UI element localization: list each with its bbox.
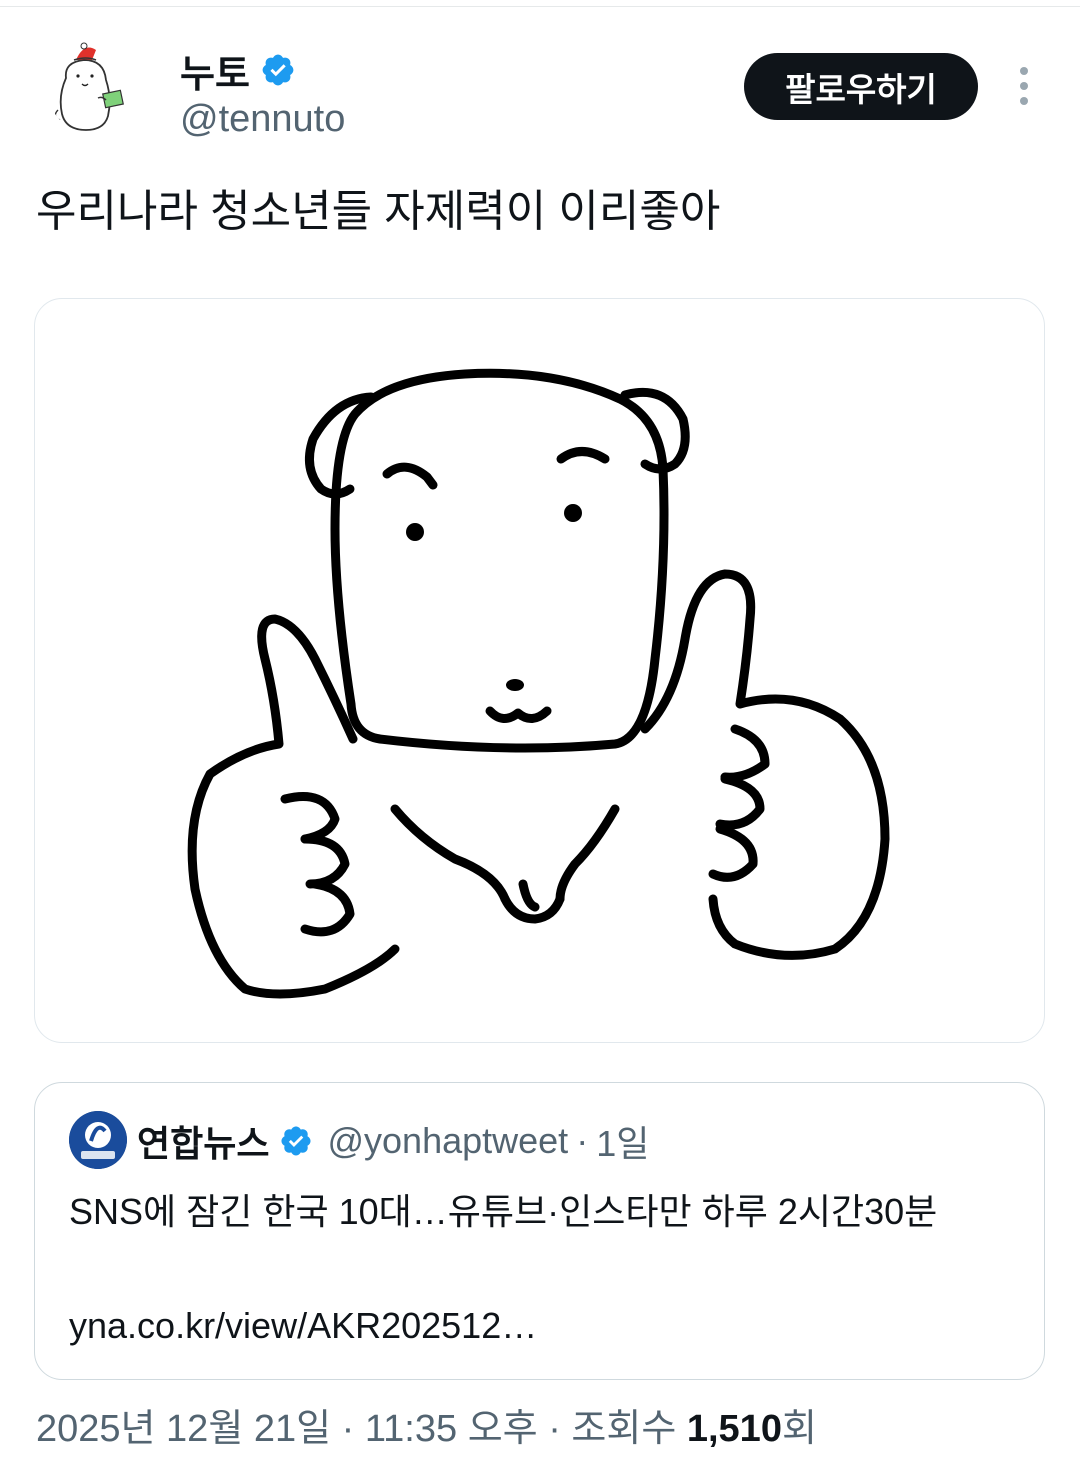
- tweet-meta: 2025년 12월 21일 · 11:35 오후 · 조회수 1,510회: [36, 1404, 817, 1454]
- follow-button[interactable]: 팔로우하기: [744, 53, 978, 120]
- quoted-text: SNS에 잠긴 한국 10대…유튜브·인스타만 하루 2시간30분: [69, 1191, 938, 1232]
- yonhap-news-logo-icon: [69, 1111, 127, 1169]
- tweet-text: 우리나라 청소년들 자제력이 이리좋아: [36, 187, 721, 236]
- quoted-tweet[interactable]: 연합뉴스 @yonhaptweet · 1일 SNS에 잠긴 한국 10대…유튜…: [34, 1082, 1045, 1380]
- quoted-handle[interactable]: @yonhaptweet: [327, 1120, 568, 1162]
- polar-bear-avatar-icon: [46, 38, 142, 134]
- author-handle[interactable]: @tennuto: [180, 98, 345, 141]
- quoted-header: 연합뉴스 @yonhaptweet · 1일: [137, 1115, 649, 1167]
- author-name-row: 누토: [180, 46, 296, 96]
- author-avatar[interactable]: [46, 38, 142, 134]
- separator-dot: ·: [576, 1120, 589, 1161]
- tweet-time[interactable]: 11:35 오후: [365, 1408, 538, 1450]
- quoted-display-name[interactable]: 연합뉴스: [137, 1115, 269, 1167]
- quoted-author-avatar[interactable]: [69, 1111, 127, 1169]
- tweet-date[interactable]: 2025년 12월 21일: [36, 1408, 331, 1450]
- views-label: 조회수: [571, 1408, 677, 1450]
- top-divider: [0, 6, 1080, 7]
- views-suffix: 회: [781, 1408, 817, 1450]
- views-count: 1,510: [686, 1408, 782, 1450]
- quoted-age[interactable]: 1일: [596, 1115, 649, 1167]
- verified-badge-icon: [262, 54, 294, 86]
- separator-dot: ·: [341, 1408, 355, 1450]
- quoted-link[interactable]: yna.co.kr/view/AKR202512…: [69, 1297, 537, 1354]
- cartoon-dog-thumbs-up-drawing: [187, 368, 890, 999]
- separator-dot: ·: [548, 1408, 561, 1450]
- tweet-media[interactable]: [34, 298, 1045, 1043]
- author-display-name[interactable]: 누토: [180, 43, 250, 98]
- more-options-button[interactable]: [1004, 64, 1044, 108]
- verified-badge-icon: [281, 1126, 312, 1156]
- more-vertical-icon: [1020, 67, 1028, 105]
